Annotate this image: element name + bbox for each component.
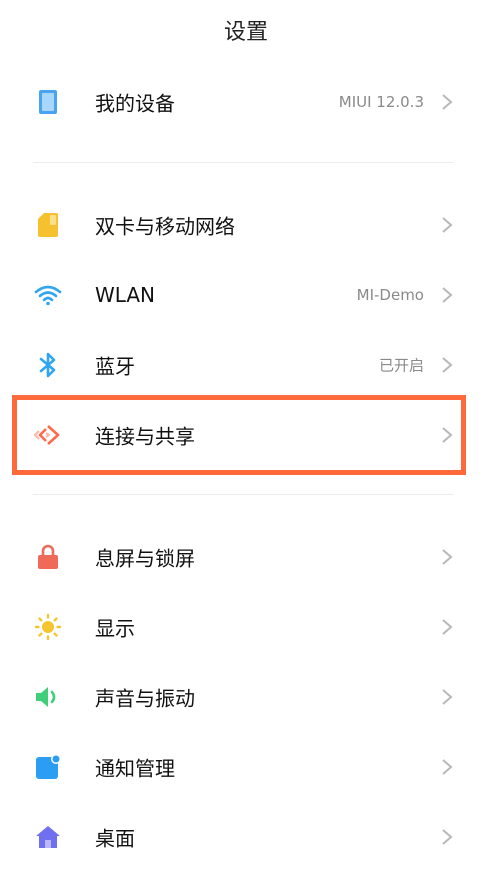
settings-item-label: 显示 (95, 616, 135, 641)
settings-item-value: MI-Demo (356, 286, 424, 304)
chevron-right-icon (442, 759, 453, 775)
settings-item-notifications[interactable]: 通知管理 (0, 732, 492, 802)
notification-icon (34, 753, 62, 781)
settings-item-label: 桌面 (95, 826, 135, 851)
settings-item-sound-vibration[interactable]: 声音与振动 (0, 662, 492, 732)
settings-item-sim-network[interactable]: 双卡与移动网络 (0, 190, 492, 260)
bluetooth-icon (34, 351, 62, 379)
settings-item-label: 蓝牙 (95, 354, 135, 379)
settings-item-label: WLAN (95, 283, 156, 307)
settings-item-wlan[interactable]: WLAN MI-Demo (0, 260, 492, 330)
chevron-right-icon (442, 829, 453, 845)
settings-item-label: 通知管理 (95, 756, 175, 781)
settings-item-connection-sharing[interactable]: 连接与共享 (0, 400, 492, 470)
wifi-icon (34, 281, 62, 309)
settings-item-label: 双卡与移动网络 (95, 214, 235, 239)
home-icon (34, 823, 62, 851)
chevron-right-icon (442, 94, 453, 110)
settings-item-value: 已开启 (378, 356, 424, 375)
settings-item-label: 息屏与锁屏 (95, 546, 195, 571)
device-icon (34, 88, 62, 116)
chevron-right-icon (442, 357, 453, 373)
settings-item-label: 我的设备 (95, 91, 175, 116)
speaker-icon (34, 683, 62, 711)
chevron-right-icon (442, 689, 453, 705)
page-title: 设置 (223, 20, 268, 45)
connection-share-icon (34, 421, 62, 449)
lock-icon (34, 543, 62, 571)
settings-item-lock-screen[interactable]: 息屏与锁屏 (0, 522, 492, 592)
sun-icon (34, 613, 62, 641)
chevron-right-icon (442, 217, 453, 233)
settings-item-value: MIUI 12.0.3 (338, 93, 424, 111)
chevron-right-icon (442, 287, 453, 303)
settings-item-my-device[interactable]: 我的设备 MIUI 12.0.3 (0, 67, 492, 137)
settings-item-home-screen[interactable]: 桌面 (0, 802, 492, 872)
settings-item-bluetooth[interactable]: 蓝牙 已开启 (0, 330, 492, 400)
divider (33, 494, 453, 495)
chevron-right-icon (442, 619, 453, 635)
divider (33, 162, 453, 163)
chevron-right-icon (442, 427, 453, 443)
sim-card-icon (34, 211, 62, 239)
chevron-right-icon (442, 549, 453, 565)
settings-item-label: 连接与共享 (95, 424, 195, 449)
settings-item-label: 声音与振动 (95, 686, 195, 711)
settings-item-display[interactable]: 显示 (0, 592, 492, 662)
